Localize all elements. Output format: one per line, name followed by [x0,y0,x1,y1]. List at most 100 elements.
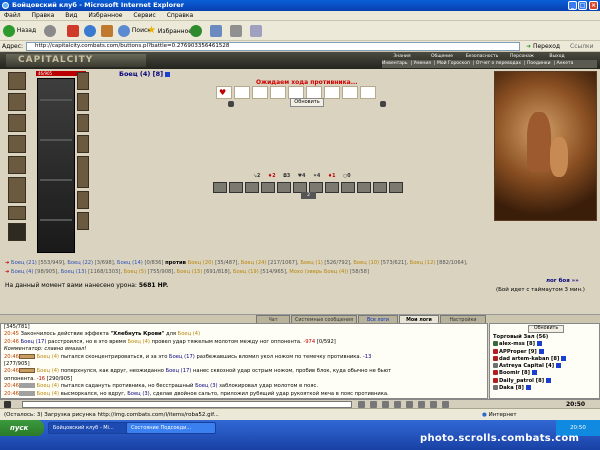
start-button[interactable]: пуск [0,420,44,436]
fighter-entry[interactable]: Боец (20) [188,260,215,266]
user-info-icon[interactable] [556,363,562,369]
user-info-icon[interactable] [561,355,567,361]
nav-transfers[interactable]: Отчет о переводах [476,61,521,66]
opponent-portrait[interactable] [494,71,597,221]
target-slot-7[interactable] [324,86,340,99]
fighter-entry[interactable]: Боец (12) [410,260,437,266]
go-button[interactable]: ➜ Переход [526,42,560,51]
slot-amulet[interactable] [8,93,26,111]
minimize-button[interactable]: _ [568,1,577,10]
taskbar-item-connection[interactable]: Состояние Подсоеди... [126,422,216,434]
user-entry[interactable]: Daka [8] [493,385,599,392]
item-slot-4[interactable] [261,182,275,193]
player-name[interactable]: Боец (4) [8] [119,70,171,78]
slot-belt[interactable] [8,206,26,220]
fighter-entry[interactable]: Боец (19) [233,269,260,275]
chat-mode-icon[interactable] [4,401,11,408]
user-info-icon[interactable] [537,341,543,347]
item-slot-8[interactable] [325,182,339,193]
close-button[interactable]: × [589,1,598,10]
nav-security[interactable]: Безопасность [462,53,502,60]
slot-gloves[interactable] [77,135,89,153]
user-entry[interactable]: alex-mss [8] [493,341,599,348]
item-slot-5[interactable] [277,182,291,193]
nav-communication[interactable]: Общение [422,53,462,60]
user-entry[interactable]: Astreya Capital [4] [493,363,599,370]
menu-edit[interactable]: Правка [32,12,55,19]
fighter-entry[interactable]: Мохо (зверь Боец (4)) [289,269,350,275]
address-input[interactable]: http://capitalcity.combats.com/buttons.p… [26,42,520,51]
fighter-entry[interactable]: Боец (14) [117,260,144,266]
menu-favorites[interactable]: Избранное [88,12,122,19]
slot-armor[interactable] [8,156,26,174]
stop-button[interactable] [67,24,79,38]
nav-inventory[interactable]: Инвентарь [382,61,408,66]
user-entry[interactable]: APProper [9] [493,348,599,356]
refresh-button[interactable] [84,24,96,38]
slot-bracer[interactable] [8,114,26,132]
home-button[interactable] [101,24,113,38]
user-entry[interactable]: dad artem-kaban [8] [493,355,599,363]
target-slot-2[interactable] [234,86,250,99]
user-info-icon[interactable] [538,348,544,354]
target-slot-9[interactable] [360,86,376,99]
fighter-entry[interactable]: Боец (4) [11,269,35,275]
forward-button[interactable] [44,24,56,38]
nav-skills[interactable]: Умения [414,61,431,66]
slot-ring2[interactable] [77,114,89,132]
fighter-entry[interactable]: Боец (13) [61,269,88,275]
item-slot-9[interactable] [341,182,355,193]
user-info-icon[interactable] [546,377,552,383]
menu-help[interactable]: Справка [167,12,193,19]
exit-chat-icon[interactable] [442,401,449,408]
slot-boots[interactable] [77,212,89,230]
target-slot-1[interactable]: ♥ [216,86,232,99]
fight-log-link[interactable]: лог боя »» [546,278,579,284]
back-button[interactable]: Назад [3,24,36,38]
slot-shield[interactable] [77,156,89,188]
menu-file[interactable]: Файл [4,12,21,19]
fighter-entry[interactable]: Боец (21) [11,260,38,266]
slot-earrings[interactable] [77,72,89,90]
slot-helmet[interactable] [8,72,26,90]
fighter-entry[interactable]: Боец (24) [241,260,268,266]
user-info-icon[interactable] [531,370,537,376]
sound-icon[interactable] [418,401,425,408]
target-slot-8[interactable] [342,86,358,99]
favorites-button[interactable]: ★ Избранное [147,24,192,38]
nav-knowledge[interactable]: Знания [382,53,422,60]
slot-weapon[interactable] [8,135,26,153]
fighter-entry[interactable]: Боец (5) [124,269,148,275]
update-users-button[interactable]: Обновить [528,325,564,333]
slot-shirt[interactable] [8,177,26,203]
item-slot-3[interactable] [245,182,259,193]
chat-log[interactable]: [345/781] 20:45 Закончилось действие эффе… [0,323,488,399]
player-info-icon[interactable] [165,71,171,77]
item-slot-10[interactable] [357,182,371,193]
menu-tools[interactable]: Сервис [133,12,155,19]
nav-exit[interactable]: Выход [542,53,572,60]
refresh-battle-button[interactable]: Обновить [290,98,324,107]
nav-horoscope[interactable]: Мой Гороскоп [437,61,470,66]
target-slot-3[interactable] [252,86,268,99]
target-slot-4[interactable] [270,86,286,99]
edit-button[interactable] [250,24,262,38]
links-button[interactable]: Ссылки [570,42,594,51]
send-icon[interactable] [358,401,365,408]
maximize-button[interactable]: □ [578,1,587,10]
item-slot-11[interactable] [373,182,387,193]
print-button[interactable] [230,24,242,38]
slot-ring1[interactable] [77,93,89,111]
item-slot-1[interactable] [213,182,227,193]
item-slot-2[interactable] [229,182,243,193]
fighter-entry[interactable]: Боец (10) [353,260,380,266]
user-info-icon[interactable] [525,385,531,391]
nav-fights[interactable]: Поединки [527,61,551,66]
user-entry[interactable]: Boomir [8] [493,370,599,377]
mail-button[interactable] [210,24,222,38]
chat-input[interactable] [22,401,352,408]
slot-extra[interactable] [8,223,26,241]
filter-icon[interactable] [382,401,389,408]
smile-icon[interactable] [370,401,377,408]
fighter-entry[interactable]: Боец (22) [67,260,94,266]
